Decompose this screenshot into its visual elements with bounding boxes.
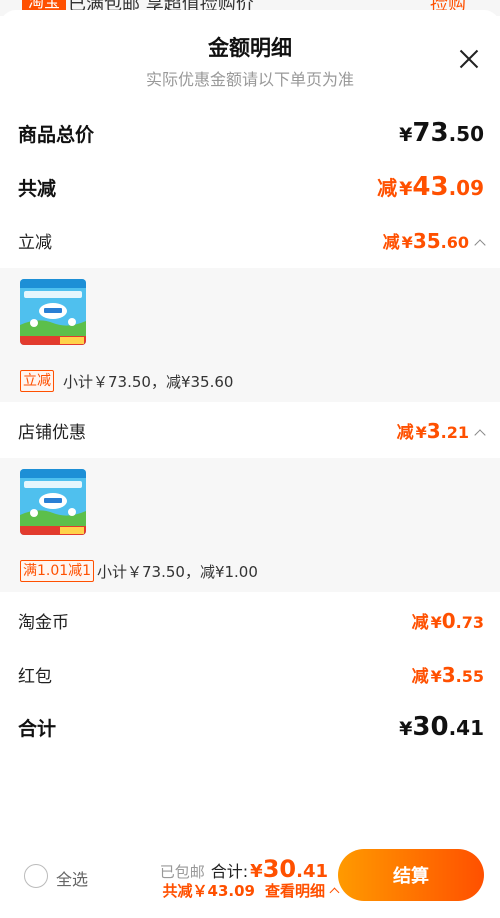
amount-int: 0	[441, 609, 456, 633]
instant-discount-amount: 减 ¥35.60	[382, 228, 486, 253]
red-packet-amount: 减 ¥3.55	[412, 662, 484, 687]
instant-discount-label: 立减	[18, 233, 52, 253]
checkout-button[interactable]: 结算	[338, 849, 484, 901]
amount-int: 30	[412, 712, 449, 742]
yen-symbol: ¥	[415, 423, 427, 442]
store-discount-amount: 减 ¥3.21	[396, 418, 486, 443]
discount-tag: 立减	[20, 370, 54, 392]
amount-int: 35	[412, 229, 441, 253]
goods-total-label: 商品总价	[18, 123, 95, 146]
amount-detail-sheet: 金额明细 实际优惠金额请以下单页为准 商品总价 ¥73.50 共减 减 ¥43.0…	[0, 10, 500, 918]
amount-dec: .09	[448, 176, 484, 200]
select-all-radio[interactable]	[24, 864, 48, 888]
bottom-total-dec: .41	[296, 861, 328, 882]
row-red-packet: 红包 减 ¥3.55	[18, 662, 484, 687]
discount-subtotal: 小计￥73.50，减¥1.00	[97, 563, 258, 581]
grand-total-label: 合计	[18, 717, 57, 740]
coins-label: 淘金币	[18, 613, 69, 633]
chevron-up-icon[interactable]	[329, 887, 340, 898]
select-all-label[interactable]: 全选	[56, 866, 88, 890]
yen-symbol: ¥	[250, 861, 263, 882]
bottom-total-line: 已包邮 合计: ¥ 30 .41	[160, 855, 328, 883]
total-reduction-amount: 减 ¥43.09	[377, 172, 484, 202]
bottom-reduce-text: 共减￥43.09	[162, 882, 255, 900]
amount-dec: .55	[455, 667, 484, 686]
amount-dec: .60	[440, 233, 469, 252]
view-detail-link[interactable]: 查看明细	[265, 880, 325, 901]
goods-total-amount: ¥73.50	[399, 118, 484, 148]
reduce-prefix: 减	[411, 613, 429, 633]
chevron-up-icon[interactable]	[474, 429, 486, 441]
yen-symbol: ¥	[430, 613, 442, 632]
bottom-total-label: 合计:	[210, 862, 249, 881]
amount-int: 3	[441, 663, 456, 687]
reduce-prefix: 减	[382, 233, 400, 253]
reduce-prefix: 减	[396, 423, 414, 443]
grand-total-amount: ¥30.41	[399, 712, 484, 742]
amount-dec: .50	[448, 122, 484, 146]
chevron-up-icon[interactable]	[474, 239, 486, 251]
amount-dec: .41	[448, 716, 484, 740]
yen-symbol: ¥	[401, 233, 413, 252]
sheet-subtitle: 实际优惠金额请以下单页为准	[145, 70, 354, 89]
yen-symbol: ¥	[399, 178, 413, 200]
amount-dec: .21	[440, 423, 469, 442]
amount-dec: .73	[455, 613, 484, 632]
reduce-prefix: 减	[377, 176, 398, 200]
row-store-discount[interactable]: 店铺优惠 减 ¥3.21	[18, 418, 486, 443]
row-total-reduction: 共减 减 ¥43.09	[18, 172, 484, 202]
total-reduction-label: 共减	[18, 177, 57, 200]
store-discount-items: 满1.01减1 小计￥73.50，减¥1.00	[0, 458, 500, 592]
row-goods-total: 商品总价 ¥73.50	[18, 118, 484, 148]
yen-symbol: ¥	[399, 124, 413, 146]
store-discount-label: 店铺优惠	[18, 423, 86, 443]
sheet-title: 金额明细	[208, 36, 292, 60]
discount-tag: 满1.01减1	[20, 560, 95, 582]
yen-symbol: ¥	[399, 718, 413, 740]
reduce-prefix: 减	[411, 667, 429, 687]
product-thumbnail[interactable]	[20, 279, 86, 345]
coins-amount: 减 ¥0.73	[412, 608, 484, 633]
product-thumbnail[interactable]	[20, 469, 86, 535]
yen-symbol: ¥	[430, 667, 442, 686]
amount-int: 3	[426, 419, 441, 443]
row-taobao-coins: 淘金币 减 ¥0.73	[18, 608, 484, 633]
bottom-reduce-line: 共减￥43.09 查看明细	[162, 880, 340, 901]
amount-int: 73	[412, 118, 449, 148]
amount-int: 43	[412, 172, 449, 202]
free-shipping-label: 已包邮	[159, 863, 205, 881]
discount-subtotal: 小计￥73.50，减¥35.60	[63, 373, 234, 391]
bottom-total-int: 30	[262, 855, 297, 883]
instant-discount-items: 立减 小计￥73.50，减¥35.60	[0, 268, 500, 402]
close-icon[interactable]	[458, 48, 480, 70]
red-packet-label: 红包	[18, 667, 52, 687]
row-grand-total: 合计 ¥30.41	[18, 712, 484, 742]
row-instant-discount[interactable]: 立减 减 ¥35.60	[18, 228, 486, 253]
